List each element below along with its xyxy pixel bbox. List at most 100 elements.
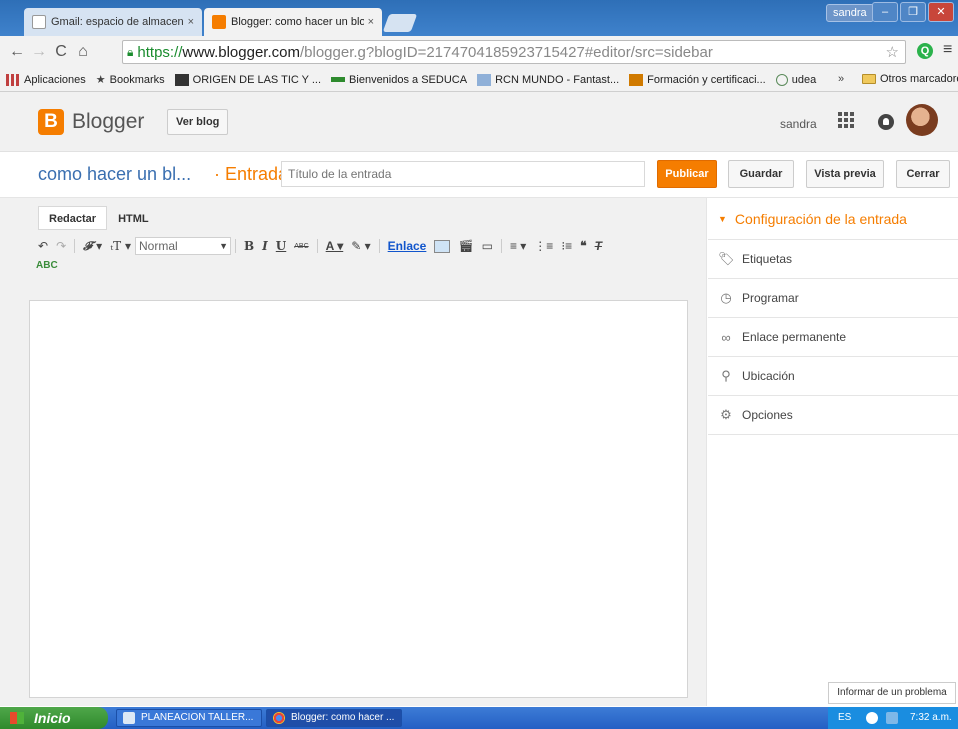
tag-icon: 🏷︎: [718, 251, 735, 266]
caret-down-icon: ▼: [718, 213, 727, 224]
taskbar-item-label: Blogger: como hacer ...: [291, 712, 395, 723]
italic-icon[interactable]: I: [262, 239, 268, 253]
toolbar-divider: [500, 239, 502, 253]
document-icon: [32, 15, 46, 29]
preview-button[interactable]: Vista previa: [806, 160, 884, 188]
post-body-editor[interactable]: [29, 300, 688, 698]
bookmark-formacion[interactable]: Formación y certificaci...: [629, 73, 766, 86]
apps-grid-icon[interactable]: [838, 112, 854, 128]
undo-icon[interactable]: ↶: [38, 239, 48, 253]
extension-icon[interactable]: Q: [917, 43, 933, 59]
tab-title: Blogger: como hacer un blog: [231, 16, 364, 28]
browser-toolbar: ← → C ⌂ 🔒︎ https:// www.blogger.com /blo…: [0, 36, 958, 68]
insert-video-icon[interactable]: 🎬︎: [458, 239, 473, 253]
clock: 7:32 a.m.: [910, 712, 952, 723]
apps-grid-icon: [6, 73, 20, 86]
notifications-bell-icon[interactable]: [878, 114, 894, 130]
sidebar-item-schedule[interactable]: ◷ Programar: [708, 279, 958, 318]
tab-compose[interactable]: Redactar: [38, 206, 108, 230]
paragraph-format-value: Normal: [139, 239, 178, 253]
report-problem-button[interactable]: Informar de un problema: [828, 682, 956, 704]
bookmark-udea[interactable]: udea: [775, 73, 817, 86]
maximize-button[interactable]: ❐: [900, 2, 926, 22]
close-button[interactable]: Cerrar: [896, 160, 950, 188]
bookmark-label: RCN MUNDO - Fantast...: [495, 73, 620, 86]
windows-taskbar: Inicio PLANEACION TALLER... Blogger: com…: [0, 707, 958, 729]
language-indicator[interactable]: ES: [838, 707, 851, 729]
sidebar-item-location[interactable]: ⚲ Ubicación: [708, 357, 958, 396]
alignment-icon[interactable]: ≡ ▾: [510, 239, 526, 253]
blogger-logo-icon[interactable]: B: [38, 109, 64, 135]
post-settings-header[interactable]: ▼ Configuración de la entrada: [708, 198, 958, 240]
font-family-icon[interactable]: 𝓕 ▾: [83, 239, 102, 254]
reload-icon[interactable]: C: [50, 43, 72, 61]
document-icon: [123, 712, 135, 724]
sidebar-item-permalink[interactable]: ∞ Enlace permanente: [708, 318, 958, 357]
tab-close-icon[interactable]: ×: [368, 16, 374, 28]
remove-formatting-icon[interactable]: T: [595, 239, 602, 253]
address-bar[interactable]: 🔒︎ https:// www.blogger.com /blogger.g?b…: [122, 40, 906, 64]
minimize-button[interactable]: –: [872, 2, 898, 22]
lock-icon: 🔒︎: [127, 44, 134, 59]
publish-button[interactable]: Publicar: [657, 160, 717, 188]
bookmark-label: Aplicaciones: [24, 73, 86, 86]
browser-menu-icon[interactable]: ≡: [943, 41, 952, 59]
other-bookmarks-folder[interactable]: Otros marcadores: [862, 73, 958, 85]
post-title-input[interactable]: [281, 161, 645, 187]
bold-icon[interactable]: B: [244, 239, 254, 253]
insert-link-button[interactable]: Enlace: [388, 239, 427, 253]
bookmark-rcn[interactable]: RCN MUNDO - Fantast...: [477, 73, 620, 86]
insert-jump-break-icon[interactable]: ▭: [482, 239, 493, 253]
tab-close-icon[interactable]: ×: [188, 16, 194, 28]
start-button[interactable]: Inicio: [0, 707, 108, 729]
numbered-list-icon[interactable]: ⋮≡: [534, 239, 553, 253]
blogger-brand[interactable]: Blogger: [72, 110, 144, 134]
spellcheck-icon[interactable]: ABC: [36, 260, 58, 271]
bookmark-label: udea: [791, 73, 817, 86]
redo-icon[interactable]: ↷: [56, 239, 66, 253]
bookmark-star-icon[interactable]: ☆: [886, 43, 899, 61]
tab-html[interactable]: HTML: [107, 206, 160, 230]
fm-icon: [629, 73, 644, 86]
view-blog-button[interactable]: Ver blog: [167, 109, 229, 135]
forward-arrow-icon[interactable]: →: [28, 43, 50, 61]
text-color-icon[interactable]: A ▾: [326, 239, 344, 253]
sidebar-item-options[interactable]: ⚙ Opciones: [708, 396, 958, 435]
save-button[interactable]: Guardar: [728, 160, 794, 188]
bookmark-origen-tic[interactable]: ORIGEN DE LAS TIC Y ...: [174, 73, 321, 86]
clock-icon: ◷: [720, 290, 732, 305]
system-tray: ES 7:32 a.m.: [828, 707, 958, 729]
username[interactable]: sandra: [780, 117, 817, 131]
url-scheme: https://: [137, 43, 183, 61]
new-tab-button[interactable]: [382, 14, 418, 32]
network-icon[interactable]: [886, 712, 898, 724]
tab-gmail[interactable]: Gmail: espacio de almacenam ×: [24, 8, 202, 36]
bookmark-apps[interactable]: Aplicaciones: [6, 73, 86, 86]
bookmark-bookmarks[interactable]: ★ Bookmarks: [96, 73, 165, 87]
sidebar-item-labels[interactable]: 🏷︎ Etiquetas: [708, 240, 958, 279]
paragraph-format-select[interactable]: Normal ▼: [135, 237, 231, 255]
insert-image-icon[interactable]: [434, 239, 451, 253]
bulleted-list-icon[interactable]: ⁝≡: [561, 239, 572, 253]
back-arrow-icon[interactable]: [866, 712, 878, 724]
bookmarks-overflow-button[interactable]: »: [838, 73, 844, 85]
blogger-header: B Blogger Ver blog sandra: [0, 92, 958, 152]
close-window-button[interactable]: ✕: [928, 2, 954, 22]
windows-logo-icon: [10, 712, 24, 724]
profile-user-badge[interactable]: sandra: [826, 4, 874, 22]
strikethrough-icon[interactable]: ABC: [294, 243, 308, 250]
back-arrow-icon[interactable]: ←: [6, 43, 28, 61]
font-size-icon[interactable]: ₜT ▾: [110, 239, 131, 253]
underline-icon[interactable]: U: [276, 239, 286, 253]
bookmark-seduca[interactable]: Bienvenidos a SEDUCA: [331, 74, 467, 86]
taskbar-item-planeacion[interactable]: PLANEACION TALLER...: [116, 709, 262, 727]
quote-icon[interactable]: ❝: [580, 239, 586, 253]
home-icon[interactable]: ⌂: [72, 43, 94, 61]
avatar[interactable]: [906, 104, 938, 136]
blog-name-link[interactable]: como hacer un bl...: [38, 164, 191, 185]
location-pin-icon: ⚲: [721, 368, 731, 383]
highlight-color-icon[interactable]: ✎ ▾: [351, 239, 370, 253]
taskbar-item-blogger[interactable]: Blogger: como hacer ...: [266, 709, 402, 727]
link-icon: ∞: [721, 329, 731, 345]
tab-blogger[interactable]: Blogger: como hacer un blog ×: [204, 8, 382, 36]
